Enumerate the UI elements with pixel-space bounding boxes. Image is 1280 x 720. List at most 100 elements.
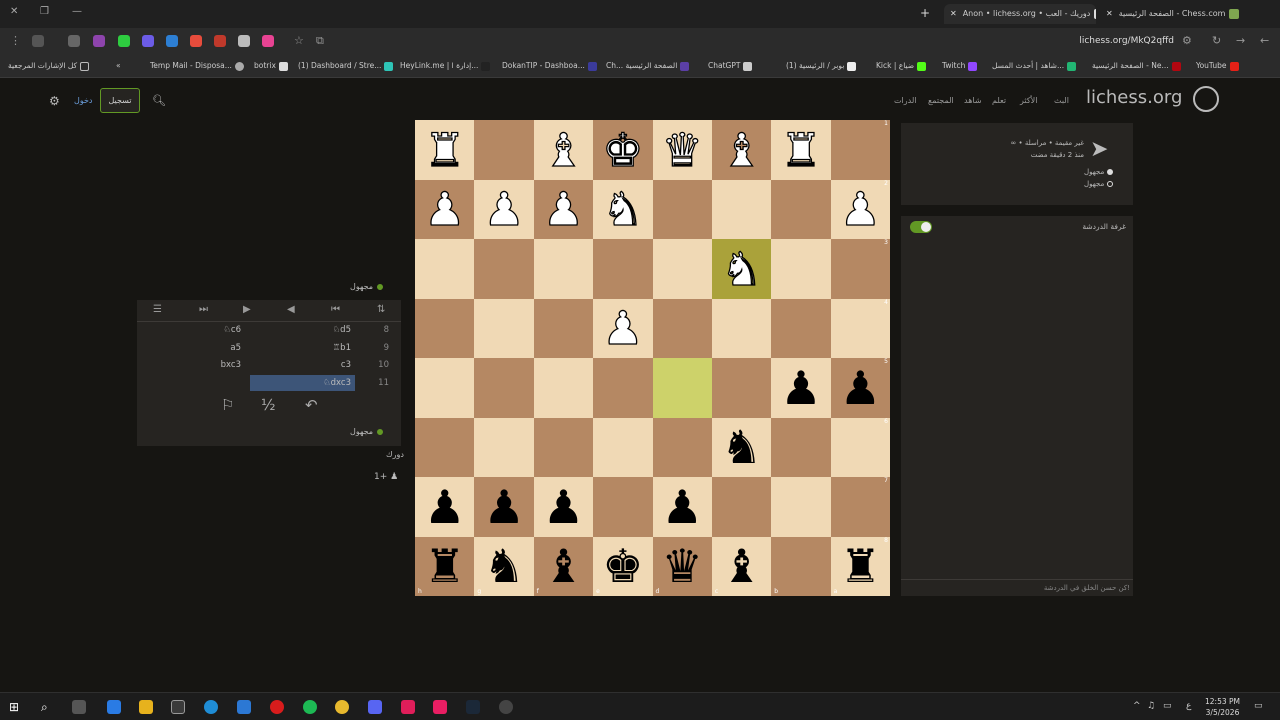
board-square[interactable]: ♜ [771,120,831,180]
nav-community[interactable]: المجتمع [928,96,954,105]
new-tab-button[interactable]: + [920,6,930,20]
minimize-window-icon[interactable]: — [72,6,82,17]
volume-icon[interactable]: ♫ [1147,701,1155,711]
player-black[interactable]: مجهول [1084,180,1114,188]
extension-shield-icon[interactable] [142,35,154,47]
offer-draw-button[interactable]: ½ [261,396,276,414]
board-square[interactable]: ♜ [415,120,475,180]
board-square[interactable] [593,358,653,418]
extension-blue-icon[interactable] [166,35,178,47]
black-rook-piece[interactable]: ♜ [424,543,465,589]
reload-icon[interactable]: ↻ [1212,34,1221,47]
back-icon[interactable]: ← [1260,34,1269,47]
url-text[interactable]: lichess.org/MkQ2qffd [1079,36,1174,46]
board-square[interactable]: ♞ [711,417,772,477]
move-white-current[interactable]: ♘dxc3 [250,375,355,391]
board-square[interactable]: ♚ e [593,536,653,596]
board-square[interactable]: ♜ h [415,536,475,596]
board-square[interactable] [652,417,712,477]
bookmarks-overflow-icon[interactable]: « [116,61,121,70]
board-square[interactable]: ♟ [652,477,712,537]
black-pawn-piece[interactable]: ♟ [483,484,524,530]
board-square[interactable]: ♟ [533,477,594,537]
board-square[interactable] [771,239,831,299]
black-pawn-piece[interactable]: ♟ [780,365,821,411]
discord-icon[interactable] [368,700,382,714]
extension-shield-white-icon[interactable] [238,35,250,47]
board-square[interactable]: ♟ [474,179,534,239]
nav-learn[interactable]: تعلم [992,96,1006,105]
top-player[interactable]: مجهول [350,282,384,291]
bookmark-star-icon[interactable]: ☆ [294,34,304,47]
bookmark-heylink[interactable]: HeyLink.me | إدارة ا... [400,61,491,71]
board-square[interactable]: ♟ 2 [830,179,890,239]
chess-board[interactable]: ♜ ♝ ♚ ♛ ♝ ♜ 1 ♟ ♟ ♟ ♞ ♟ 2 ♞ 3 ♟ 4 ♟ ♟ 5 ♞ 6 ♟ ♟ ♟ ♟ 7 ♜ h ♞ g ♝ f ♚ e ♛ d ♝ c b… [415,120,890,596]
forward-icon[interactable]: → [1236,34,1245,47]
bookmark-tempmail[interactable]: Temp Mail - Disposa... [150,61,244,71]
white-pawn-piece[interactable]: ♟ [839,186,882,233]
board-square[interactable]: ♟ [771,358,831,418]
pink-app-icon[interactable] [433,700,447,714]
all-bookmarks[interactable]: كل الإشارات المرجعية [8,61,90,71]
black-bishop-piece[interactable]: ♝ [721,543,762,589]
task-view-icon[interactable] [72,700,86,714]
site-logo[interactable]: lichess.org [1086,87,1182,108]
white-queen-piece[interactable]: ♛ [661,126,704,173]
profile-avatar-icon[interactable] [32,35,44,47]
file-explorer-icon[interactable] [139,700,153,714]
bookmark-shahid[interactable]: شاهد | أحدث المسل... [992,61,1077,71]
board-square[interactable]: ♞ [593,179,653,239]
board-square[interactable] [474,358,534,418]
board-square[interactable] [652,239,712,299]
notifications-icon[interactable]: ▭ [1254,701,1263,711]
clock[interactable]: 12:53 PM 3/5/2026 [1205,696,1240,718]
chat-toggle[interactable] [910,221,932,233]
board-square[interactable] [711,179,772,239]
next-move-icon[interactable]: ▶ [243,304,251,315]
flip-board-icon[interactable]: ⇅ [377,304,385,315]
board-square[interactable]: ♟ [415,477,475,537]
bookmark-twitch[interactable]: Twitch [942,61,978,71]
board-square[interactable] [474,417,534,477]
board-square[interactable] [415,417,475,477]
site-settings-icon[interactable]: ⚙ [1182,34,1192,47]
close-window-icon[interactable]: ✕ [10,6,18,17]
board-square[interactable]: ♝ [533,120,594,180]
nav-tools[interactable]: الدرات [894,96,916,105]
board-square[interactable] [652,298,712,358]
chat-input[interactable]: كن حسن الخلق في الدردشة! [901,579,1133,596]
network-icon[interactable]: ▭ [1163,701,1172,711]
white-rook-piece[interactable]: ♜ [780,126,823,173]
mail-icon[interactable] [237,700,251,714]
search-taskbar-icon[interactable]: ⌕ [41,700,55,714]
search-icon[interactable]: 🔍︎ [152,94,166,107]
black-bishop-piece[interactable]: ♝ [543,543,584,589]
register-link[interactable]: دخول [74,96,92,105]
windows-start-icon[interactable]: ⊞ [9,700,23,714]
board-square[interactable] [771,417,831,477]
board-square[interactable]: 7 [830,477,890,537]
lichess-logo-icon[interactable] [1193,86,1219,112]
board-square[interactable] [533,358,594,418]
chrome-icon[interactable] [335,700,349,714]
move-white[interactable]: ♘d5 [250,325,355,335]
black-pawn-piece[interactable]: ♟ [840,365,881,411]
board-square[interactable] [533,417,594,477]
close-tab-icon[interactable]: ✕ [1106,9,1113,18]
copilot-icon[interactable] [107,700,121,714]
bookmark-botrix[interactable]: botrix [254,61,288,71]
opera-icon[interactable] [270,700,284,714]
last-move-icon[interactable]: ⏭ [199,304,208,315]
board-square[interactable] [533,239,594,299]
board-square[interactable]: ♞ g [474,536,534,596]
board-square[interactable]: ♟ 5 [830,358,890,418]
board-square[interactable]: ♟ [533,179,594,239]
extension-block-icon[interactable] [214,35,226,47]
bookmark-dokantip[interactable]: DokanTIP - Dashboa... [502,61,597,71]
steam-icon[interactable] [466,700,480,714]
bookmark-dashboard[interactable]: (1) Dashboard / Stre... [298,61,394,71]
board-square[interactable] [771,179,831,239]
extension-twitch-icon[interactable] [93,35,105,47]
settings-gear-icon[interactable]: ⚙ [49,94,60,108]
board-square[interactable] [711,298,772,358]
